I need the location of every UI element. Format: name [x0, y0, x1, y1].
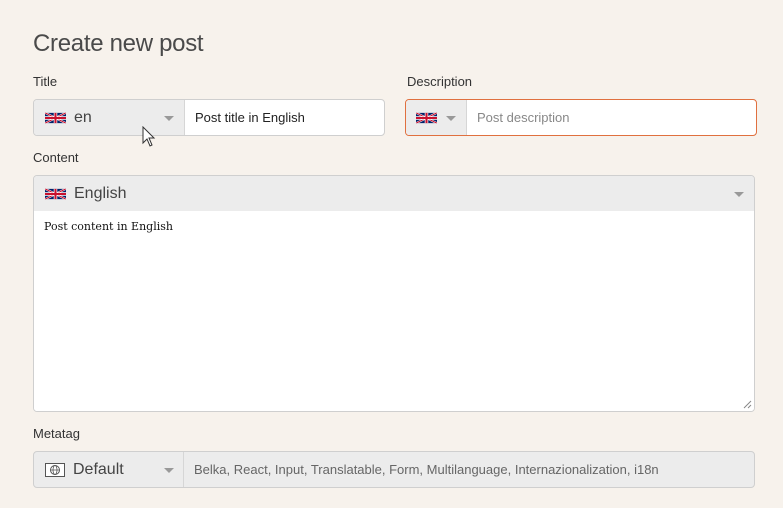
description-field [405, 99, 757, 136]
metatag-language-select[interactable]: Default [34, 452, 184, 487]
title-label: Title [33, 74, 58, 89]
description-label: Description [407, 74, 473, 89]
chevron-down-icon [734, 192, 744, 197]
metatag-input[interactable]: Belka, React, Input, Translatable, Form,… [184, 452, 754, 487]
description-language-select[interactable] [406, 100, 467, 135]
create-post-page: Create new post Title en Description Con… [0, 0, 783, 508]
uk-flag-icon [45, 112, 66, 124]
resize-handle-icon[interactable] [743, 400, 752, 409]
content-language-name: English [74, 184, 127, 202]
chevron-down-icon [164, 468, 174, 473]
chevron-down-icon [446, 116, 456, 121]
title-language-select[interactable]: en [34, 100, 185, 135]
uk-flag-icon [45, 188, 66, 200]
title-input[interactable] [185, 100, 384, 135]
description-input[interactable] [467, 100, 756, 135]
globe-icon [45, 462, 65, 477]
metatag-field: Default Belka, React, Input, Translatabl… [33, 451, 755, 488]
content-label: Content [33, 150, 79, 165]
title-language-code: en [74, 108, 92, 126]
uk-flag-icon [416, 112, 437, 124]
title-field: en [33, 99, 385, 136]
content-field: English Post content in English [33, 175, 755, 412]
content-textarea[interactable]: Post content in English [34, 211, 754, 411]
page-title: Create new post [33, 30, 204, 57]
content-language-select[interactable]: English [34, 176, 754, 211]
metatag-label: Metatag [33, 426, 80, 441]
chevron-down-icon [164, 116, 174, 121]
metatag-language-name: Default [73, 460, 124, 478]
